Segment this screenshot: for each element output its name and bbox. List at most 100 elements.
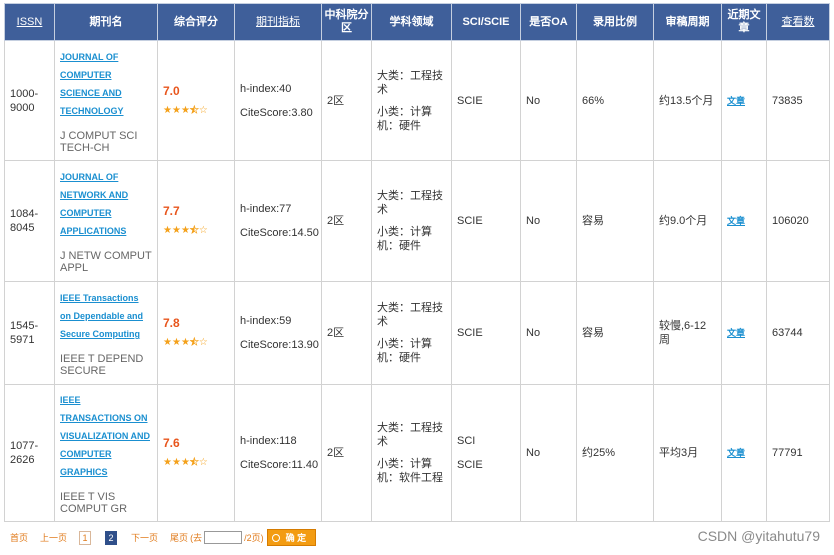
journal-name-link[interactable]: COMPUTER (60, 445, 152, 463)
header-sci: SCI/SCIE (451, 3, 521, 41)
goto-prefix: (去 (190, 533, 203, 543)
watermark: CSDN @yitahutu79 (697, 528, 820, 544)
sci-cell: SCIE (451, 281, 521, 385)
star-half-icon: ★ (189, 225, 200, 237)
journal-name-link[interactable]: APPLICATIONS (60, 222, 152, 240)
star-half-icon: ★ (189, 337, 200, 349)
sci-cell: SCI SCIE (451, 384, 521, 522)
star-full-icon: ★ (163, 225, 172, 236)
journal-name-link[interactable]: on Dependable and (60, 307, 152, 325)
sci-tag: SCIE (457, 215, 483, 227)
journal-name-cell: JOURNAL OF COMPUTER SCIENCE AND TECHNOLOGY J… (54, 40, 158, 161)
journal-name-link[interactable]: JOURNAL OF (60, 48, 152, 66)
h-index: h-index:40 (240, 82, 292, 95)
issn-cell: 1077-2626 (4, 384, 55, 522)
journal-name-cell: IEEE TRANSACTIONS ON VISUALIZATION AND COMP… (54, 384, 158, 522)
citescore: CiteScore:14.50 (240, 227, 319, 239)
journal-name-link[interactable]: Secure Computing (60, 325, 152, 343)
star-half-icon: ★ (189, 457, 200, 469)
journal-name-link[interactable]: COMPUTER (60, 66, 152, 84)
star-empty-icon: ☆ (198, 457, 208, 468)
oa-cell: No (520, 281, 577, 385)
article-link[interactable]: 文章 (727, 448, 745, 458)
sci-tag: SCIE (457, 94, 483, 107)
metrics-cell: h-index:59 CiteScore:13.90 (234, 281, 322, 385)
issn-cell: 1545-5971 (4, 281, 55, 385)
first-page-link[interactable]: 首页 (10, 531, 28, 544)
sci-cell: SCIE (451, 160, 521, 282)
journal-name-link[interactable]: GRAPHICS (60, 463, 152, 481)
goto-page-input[interactable] (204, 531, 243, 544)
star-rating: ★★★★☆ (163, 104, 229, 118)
last-page-link[interactable]: 尾页 (170, 531, 188, 544)
citescore: CiteScore:13.90 (240, 339, 319, 351)
header-issn[interactable]: ISSN (4, 3, 55, 41)
score-cell: 7.7 ★★★★☆ (157, 160, 235, 282)
star-empty-icon: ☆ (198, 225, 208, 236)
sci-cell: SCIE (451, 40, 521, 161)
page-1-button[interactable]: 1 (79, 530, 92, 545)
oa-cell: No (520, 40, 577, 161)
views-cell: 77791 (766, 384, 830, 522)
field-major: 大类：工程技术 (377, 69, 443, 96)
header-name: 期刊名 (54, 3, 158, 41)
star-half-icon: ★ (189, 104, 200, 116)
article-link[interactable]: 文章 (727, 328, 745, 338)
views-cell: 63744 (766, 281, 830, 385)
star-full-icon: ★ (171, 337, 181, 348)
journal-name-link[interactable]: TECHNOLOGY (60, 102, 152, 120)
star-full-icon: ★ (163, 104, 172, 116)
journal-name-link[interactable]: JOURNAL OF (60, 168, 152, 186)
rate-cell: 66% (576, 40, 654, 161)
journal-name-link[interactable]: SCIENCE AND (60, 84, 152, 102)
star-full-icon: ★ (171, 104, 181, 116)
header-cas-zone: 中科院分区 (321, 3, 372, 41)
field-minor: 小类：计算机：硬件 (377, 105, 432, 132)
sci-tag: SCIE (457, 327, 483, 339)
journal-name-link[interactable]: NETWORK AND (60, 186, 152, 204)
header-field: 学科领域 (371, 3, 452, 41)
recent-cell: 文章 (721, 160, 767, 282)
table-row: 1000-9000 JOURNAL OF COMPUTER SCIENCE AND T… (4, 40, 830, 161)
star-rating: ★★★★☆ (163, 224, 229, 238)
article-link[interactable]: 文章 (727, 96, 745, 106)
field-cell: 大类：工程技术 小类：计算机：硬件 (371, 281, 452, 385)
article-link[interactable]: 文章 (727, 216, 745, 226)
confirm-button[interactable]: 确 定 (266, 529, 317, 546)
zone-cell: 2区 (321, 384, 372, 522)
journal-table: ISSN 期刊名 综合评分 期刊指标 中科院分区 学科领域 SCI/SCIE 是… (4, 3, 830, 522)
star-full-icon: ★ (180, 225, 190, 236)
journal-abbreviation: IEEE T DEPEND SECURE (60, 353, 144, 377)
field-minor: 小类：计算机：硬件 (377, 338, 432, 364)
star-full-icon: ★ (163, 337, 172, 348)
score-value: 7.6 (163, 436, 180, 450)
journal-abbreviation: IEEE T VIS COMPUT GR (60, 491, 128, 515)
page-2-current: 2 (105, 530, 118, 545)
cycle-cell: 较慢,6-12周 (653, 281, 722, 385)
journal-abbreviation: J COMPUT SCI TECH-CH (60, 129, 138, 154)
header-views[interactable]: 查看数 (766, 3, 830, 41)
goto-suffix: /2页) (244, 533, 264, 543)
views-cell: 106020 (766, 160, 830, 282)
field-cell: 大类：工程技术 小类：计算机：软件工程 (371, 384, 452, 522)
metrics-cell: h-index:118 CiteScore:11.40 (234, 384, 322, 522)
star-rating: ★★★★☆ (163, 336, 229, 350)
metrics-cell: h-index:40 CiteScore:3.80 (234, 40, 322, 161)
prev-page-link[interactable]: 上一页 (40, 531, 67, 544)
field-minor: 小类：计算机：软件工程 (377, 458, 443, 484)
confirm-label: 确 定 (285, 533, 307, 543)
journal-name-link[interactable]: TRANSACTIONS ON (60, 409, 152, 427)
next-page-link[interactable]: 下一页 (131, 531, 158, 544)
header-metrics[interactable]: 期刊指标 (234, 3, 322, 41)
score-value: 7.0 (163, 83, 180, 98)
star-empty-icon: ☆ (198, 337, 208, 348)
rate-cell: 容易 (576, 160, 654, 282)
journal-name-cell: IEEE Transactions on Dependable and Secure… (54, 281, 158, 385)
table-row: 1077-2626 IEEE TRANSACTIONS ON VISUALIZATI… (4, 384, 830, 522)
h-index: h-index:59 (240, 315, 292, 327)
journal-name-link[interactable]: IEEE (60, 391, 152, 409)
journal-name-link[interactable]: VISUALIZATION AND (60, 427, 152, 445)
recent-cell: 文章 (721, 384, 767, 522)
journal-name-link[interactable]: COMPUTER (60, 204, 152, 222)
journal-name-link[interactable]: IEEE Transactions (60, 289, 152, 307)
